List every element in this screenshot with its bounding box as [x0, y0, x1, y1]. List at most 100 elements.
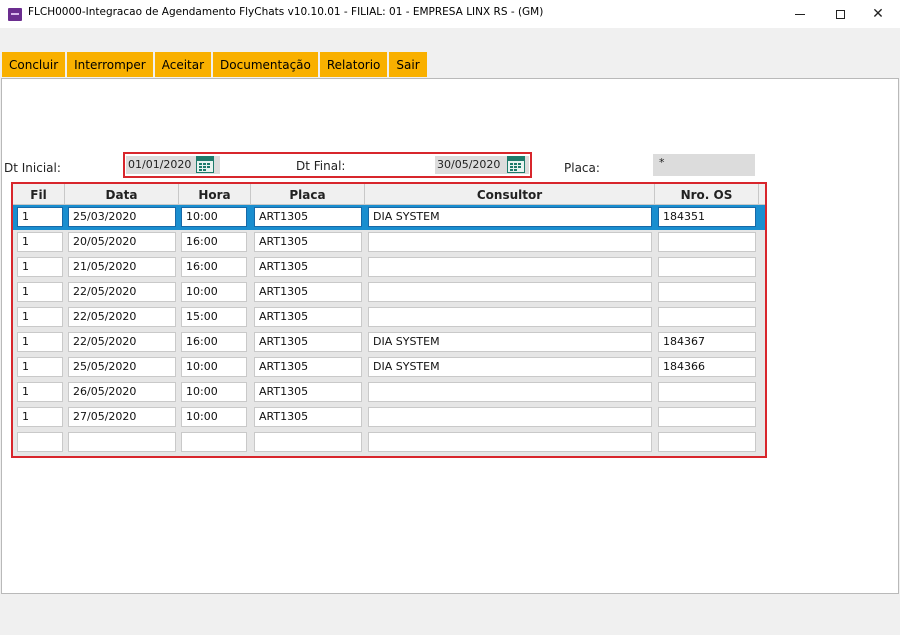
table-row[interactable]: 1 22/05/2020 10:00 ART1305 — [13, 280, 765, 305]
cell-fil[interactable]: 1 — [17, 282, 63, 302]
calendar-icon[interactable] — [507, 156, 525, 173]
cell-placa[interactable]: ART1305 — [254, 382, 362, 402]
aceitar-button[interactable]: Aceitar — [154, 52, 212, 77]
cell-placa[interactable]: ART1305 — [254, 332, 362, 352]
minimize-icon — [795, 13, 805, 15]
cell-data[interactable]: 27/05/2020 — [68, 407, 176, 427]
app-icon — [8, 8, 22, 21]
cell-fil[interactable]: 1 — [17, 357, 63, 377]
header-fil[interactable]: Fil — [13, 184, 65, 205]
cell-placa[interactable]: ART1305 — [254, 257, 362, 277]
table-row[interactable]: 1 27/05/2020 10:00 ART1305 — [13, 405, 765, 430]
cell-hora[interactable]: 16:00 — [181, 332, 247, 352]
cell-placa[interactable] — [254, 432, 362, 452]
cell-consultor[interactable] — [368, 382, 652, 402]
cell-consultor[interactable] — [368, 257, 652, 277]
header-consultor[interactable]: Consultor — [365, 184, 655, 205]
cell-hora[interactable]: 15:00 — [181, 307, 247, 327]
cell-fil[interactable]: 1 — [17, 407, 63, 427]
table-row[interactable]: 1 22/05/2020 15:00 ART1305 — [13, 305, 765, 330]
cell-data[interactable]: 22/05/2020 — [68, 307, 176, 327]
cell-consultor[interactable]: DIA SYSTEM — [368, 332, 652, 352]
relatorio-button[interactable]: Relatorio — [319, 52, 388, 77]
cell-nro-os[interactable] — [658, 307, 756, 327]
cell-consultor[interactable] — [368, 282, 652, 302]
cell-nro-os[interactable]: 184366 — [658, 357, 756, 377]
cell-fil[interactable] — [17, 432, 63, 452]
cell-placa[interactable]: ART1305 — [254, 407, 362, 427]
table-row[interactable]: 1 25/03/2020 10:00 ART1305 DIA SYSTEM 184351 — [13, 205, 765, 230]
header-placa[interactable]: Placa — [251, 184, 365, 205]
table-row[interactable]: 1 26/05/2020 10:00 ART1305 — [13, 380, 765, 405]
table-row[interactable]: 1 20/05/2020 16:00 ART1305 — [13, 230, 765, 255]
cell-hora[interactable]: 10:00 — [181, 407, 247, 427]
cell-hora[interactable]: 10:00 — [181, 207, 247, 227]
cell-nro-os[interactable] — [658, 282, 756, 302]
cell-data[interactable] — [68, 432, 176, 452]
concluir-button[interactable]: Concluir — [2, 52, 66, 77]
header-hora[interactable]: Hora — [179, 184, 251, 205]
cell-hora[interactable]: 10:00 — [181, 357, 247, 377]
cell-hora[interactable] — [181, 432, 247, 452]
cell-consultor[interactable]: DIA SYSTEM — [368, 207, 652, 227]
header-nro-os[interactable]: Nro. OS — [655, 184, 759, 205]
minimize-button[interactable] — [778, 0, 822, 28]
cell-data[interactable]: 26/05/2020 — [68, 382, 176, 402]
close-icon: ✕ — [872, 6, 884, 22]
cell-fil[interactable]: 1 — [17, 332, 63, 352]
cell-consultor[interactable] — [368, 407, 652, 427]
cell-placa[interactable]: ART1305 — [254, 282, 362, 302]
toolbar: Concluir Interromper Aceitar Documentaçã… — [0, 28, 900, 78]
table-row[interactable] — [13, 430, 765, 455]
placa-input[interactable]: * — [653, 154, 755, 176]
cell-placa[interactable]: ART1305 — [254, 357, 362, 377]
close-button[interactable]: ✕ — [856, 0, 900, 28]
table-row[interactable]: 1 25/05/2020 10:00 ART1305 DIA SYSTEM 184366 — [13, 355, 765, 380]
cell-fil[interactable]: 1 — [17, 382, 63, 402]
window-title: FLCH0000-Integracao de Agendamento FlyCh… — [28, 6, 544, 18]
agendamento-grid: Fil Data Hora Placa Consultor Nro. OS 12… — [11, 182, 767, 458]
dt-final-label: Dt Final: — [296, 159, 346, 173]
placa-label: Placa: — [564, 161, 600, 175]
cell-consultor[interactable] — [368, 307, 652, 327]
grid-header: Fil Data Hora Placa Consultor Nro. OS — [13, 184, 765, 205]
documentacao-button[interactable]: Documentação — [213, 52, 318, 77]
interromper-button[interactable]: Interromper — [67, 52, 153, 77]
sair-button[interactable]: Sair — [389, 52, 427, 77]
cell-fil[interactable]: 1 — [17, 232, 63, 252]
cell-nro-os[interactable] — [658, 382, 756, 402]
title-bar: FLCH0000-Integracao de Agendamento FlyCh… — [0, 0, 900, 28]
cell-nro-os[interactable]: 184367 — [658, 332, 756, 352]
cell-nro-os[interactable] — [658, 257, 756, 277]
date-range-box: 01/01/2020 Dt Final: 30/05/2020 — [123, 152, 532, 178]
table-row[interactable]: 1 21/05/2020 16:00 ART1305 — [13, 255, 765, 280]
table-row[interactable]: 1 22/05/2020 16:00 ART1305 DIA SYSTEM 184367 — [13, 330, 765, 355]
cell-data[interactable]: 21/05/2020 — [68, 257, 176, 277]
cell-consultor[interactable] — [368, 432, 652, 452]
cell-hora[interactable]: 10:00 — [181, 282, 247, 302]
cell-hora[interactable]: 16:00 — [181, 257, 247, 277]
cell-hora[interactable]: 16:00 — [181, 232, 247, 252]
cell-data[interactable]: 25/05/2020 — [68, 357, 176, 377]
cell-nro-os[interactable] — [658, 432, 756, 452]
maximize-icon — [835, 9, 845, 19]
cell-placa[interactable]: ART1305 — [254, 307, 362, 327]
cell-data[interactable]: 20/05/2020 — [68, 232, 176, 252]
cell-consultor[interactable] — [368, 232, 652, 252]
cell-nro-os[interactable] — [658, 407, 756, 427]
cell-nro-os[interactable] — [658, 232, 756, 252]
cell-data[interactable]: 22/05/2020 — [68, 282, 176, 302]
cell-data[interactable]: 22/05/2020 — [68, 332, 176, 352]
cell-hora[interactable]: 10:00 — [181, 382, 247, 402]
cell-fil[interactable]: 1 — [17, 307, 63, 327]
cell-placa[interactable]: ART1305 — [254, 232, 362, 252]
cell-fil[interactable]: 1 — [17, 207, 63, 227]
dt-inicial-label: Dt Inicial: — [4, 161, 61, 175]
cell-data[interactable]: 25/03/2020 — [68, 207, 176, 227]
cell-nro-os[interactable]: 184351 — [658, 207, 756, 227]
cell-consultor[interactable]: DIA SYSTEM — [368, 357, 652, 377]
calendar-icon[interactable] — [196, 156, 214, 173]
cell-placa[interactable]: ART1305 — [254, 207, 362, 227]
header-data[interactable]: Data — [65, 184, 179, 205]
cell-fil[interactable]: 1 — [17, 257, 63, 277]
